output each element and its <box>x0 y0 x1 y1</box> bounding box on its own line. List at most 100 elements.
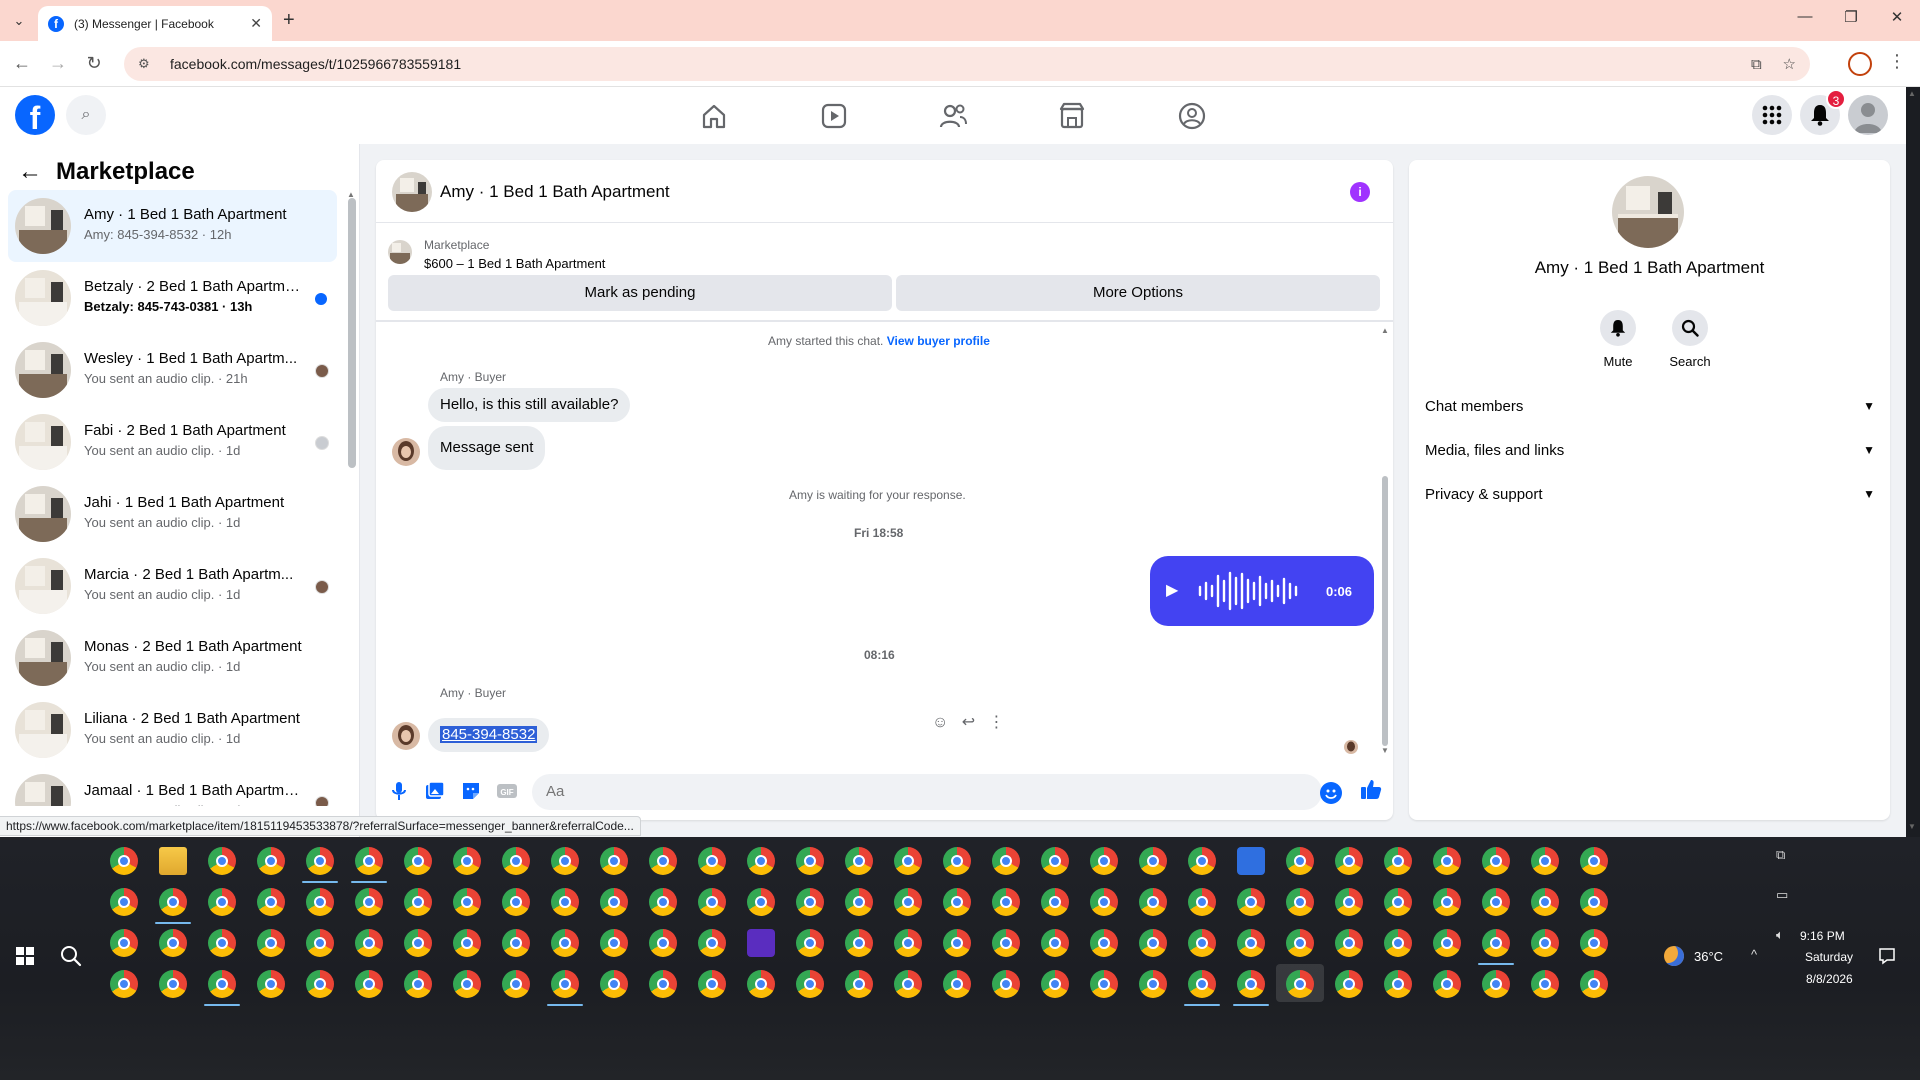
chrome-app-icon[interactable] <box>1090 970 1118 998</box>
video-icon[interactable] <box>814 99 854 133</box>
scroll-up-arrow-icon[interactable]: ▲ <box>1381 326 1389 335</box>
chat-title[interactable]: Amy · 1 Bed 1 Bath Apartment <box>440 182 670 202</box>
chrome-app-icon[interactable] <box>1139 847 1167 875</box>
message-bubble[interactable]: Message sent <box>428 426 546 470</box>
chrome-app-icon[interactable] <box>404 929 432 957</box>
chrome-app-icon[interactable] <box>551 970 579 998</box>
chrome-app-icon[interactable] <box>306 970 334 998</box>
chrome-app-icon[interactable] <box>404 970 432 998</box>
chrome-app-icon[interactable] <box>110 847 138 875</box>
new-tab-button[interactable]: + <box>283 9 295 32</box>
chrome-app-icon[interactable] <box>1139 970 1167 998</box>
sticker-icon[interactable] <box>460 780 482 802</box>
chrome-app-icon[interactable] <box>796 888 824 916</box>
chrome-app-icon[interactable] <box>1433 929 1461 957</box>
chrome-app-icon[interactable] <box>600 888 628 916</box>
microphone-icon[interactable] <box>388 780 410 802</box>
chrome-app-icon[interactable] <box>1286 888 1314 916</box>
chrome-app-icon[interactable] <box>796 970 824 998</box>
chrome-app-icon[interactable] <box>698 929 726 957</box>
chrome-app-icon[interactable] <box>649 970 677 998</box>
page-scroll-down-arrow-icon[interactable]: ▼ <box>1908 822 1916 831</box>
mute-bell-icon[interactable] <box>1600 310 1636 346</box>
chrome-app-icon[interactable] <box>894 888 922 916</box>
bookmark-star-icon[interactable]: ☆ <box>1783 56 1796 73</box>
marketplace-icon[interactable] <box>1052 99 1092 133</box>
chrome-app-icon[interactable] <box>992 970 1020 998</box>
like-thumbs-up-icon[interactable] <box>1360 778 1382 806</box>
chrome-app-icon[interactable] <box>1482 888 1510 916</box>
chrome-app-icon[interactable] <box>404 888 432 916</box>
chrome-app-icon[interactable] <box>551 847 579 875</box>
buyer-avatar[interactable] <box>392 722 420 750</box>
chrome-app-icon[interactable] <box>1237 929 1265 957</box>
marketplace-listing-banner[interactable]: Marketplace $600 – 1 Bed 1 Bath Apartmen… <box>388 232 1388 272</box>
chrome-app-icon[interactable] <box>943 970 971 998</box>
media-files-links-section[interactable]: Media, files and links ▼ <box>1425 430 1875 470</box>
gallery-icon[interactable] <box>424 780 446 802</box>
conversation-item[interactable]: Monas · 2 Bed 1 Bath Apartment You sent a… <box>8 622 337 694</box>
chrome-app-icon[interactable] <box>1335 929 1363 957</box>
chrome-app-icon[interactable] <box>992 888 1020 916</box>
chrome-app-icon[interactable] <box>1090 929 1118 957</box>
sidebar-scrollbar[interactable] <box>348 198 356 468</box>
chrome-app-icon[interactable] <box>1482 970 1510 998</box>
chrome-app-icon[interactable] <box>1041 888 1069 916</box>
conversation-item[interactable]: Marcia · 2 Bed 1 Bath Apartm... You sent … <box>8 550 337 622</box>
notification-center-icon[interactable] <box>1878 947 1896 965</box>
chrome-app-icon[interactable] <box>845 929 873 957</box>
chrome-app-icon[interactable] <box>992 847 1020 875</box>
chrome-app-icon[interactable] <box>551 929 579 957</box>
chrome-app-icon[interactable] <box>894 929 922 957</box>
chrome-app-icon[interactable] <box>1531 929 1559 957</box>
chrome-app-icon[interactable] <box>1188 970 1216 998</box>
chat-scroll-thumb[interactable] <box>1382 476 1388 746</box>
chrome-app-icon[interactable] <box>1139 929 1167 957</box>
minimize-window-icon[interactable]: — <box>1790 8 1820 25</box>
chrome-app-icon[interactable] <box>208 929 236 957</box>
facebook-search-icon[interactable]: ⌕ <box>66 95 106 135</box>
chrome-app-icon[interactable] <box>845 847 873 875</box>
search-in-chat-button[interactable]: Search <box>1660 310 1720 369</box>
chrome-app-icon[interactable] <box>845 970 873 998</box>
chrome-app-icon[interactable] <box>1384 970 1412 998</box>
conversation-item[interactable]: Jahi · 1 Bed 1 Bath Apartment You sent an… <box>8 478 337 550</box>
chrome-app-icon[interactable] <box>600 847 628 875</box>
file-explorer-icon[interactable] <box>159 847 187 875</box>
chrome-app-icon[interactable] <box>306 929 334 957</box>
reload-icon[interactable]: ↻ <box>82 53 106 74</box>
page-scroll-up-arrow-icon[interactable]: ▲ <box>1908 89 1916 98</box>
address-bar[interactable]: ⚙ facebook.com/messages/t/10259667835591… <box>124 47 1810 81</box>
chrome-app-icon[interactable] <box>355 929 383 957</box>
friends-icon[interactable] <box>933 99 973 133</box>
conversation-item[interactable]: Betzaly · 2 Bed 1 Bath Apartme... Betzaly… <box>8 262 337 334</box>
browser-tab-messenger[interactable]: f (3) Messenger | Facebook ✕ <box>38 6 272 41</box>
chrome-app-icon[interactable] <box>1433 847 1461 875</box>
chrome-app-icon[interactable] <box>943 888 971 916</box>
chrome-app-icon[interactable] <box>1384 888 1412 916</box>
chrome-app-icon[interactable] <box>1188 888 1216 916</box>
chrome-app-icon[interactable] <box>1580 970 1608 998</box>
chrome-app-icon[interactable] <box>796 847 824 875</box>
chrome-app-icon[interactable] <box>355 847 383 875</box>
conversation-item[interactable]: Jamaal · 1 Bed 1 Bath Apartme... You sent… <box>8 766 337 806</box>
reply-icon[interactable]: ↩ <box>962 714 975 731</box>
chrome-app-icon[interactable] <box>355 970 383 998</box>
search-icon[interactable] <box>1672 310 1708 346</box>
meet-now-icon[interactable]: ⧉ <box>1776 847 1785 863</box>
chrome-app-icon[interactable] <box>1041 929 1069 957</box>
display-icon[interactable]: ▭ <box>1776 887 1788 903</box>
chrome-app-icon[interactable] <box>698 847 726 875</box>
back-arrow-icon[interactable]: ← <box>18 158 42 186</box>
install-app-icon[interactable]: ⧉ <box>1751 56 1762 73</box>
chrome-app-icon[interactable] <box>110 970 138 998</box>
chrome-app-icon[interactable] <box>110 888 138 916</box>
tab-close-icon[interactable]: ✕ <box>250 15 262 32</box>
message-input[interactable] <box>532 774 1322 810</box>
clock-day[interactable]: Saturday <box>1805 950 1853 964</box>
chrome-app-icon[interactable] <box>1384 847 1412 875</box>
message-bubble[interactable]: Hello, is this still available? <box>428 388 631 422</box>
chrome-app-icon[interactable] <box>1580 888 1608 916</box>
chrome-app-icon[interactable] <box>1041 970 1069 998</box>
chrome-app-icon[interactable] <box>1041 847 1069 875</box>
